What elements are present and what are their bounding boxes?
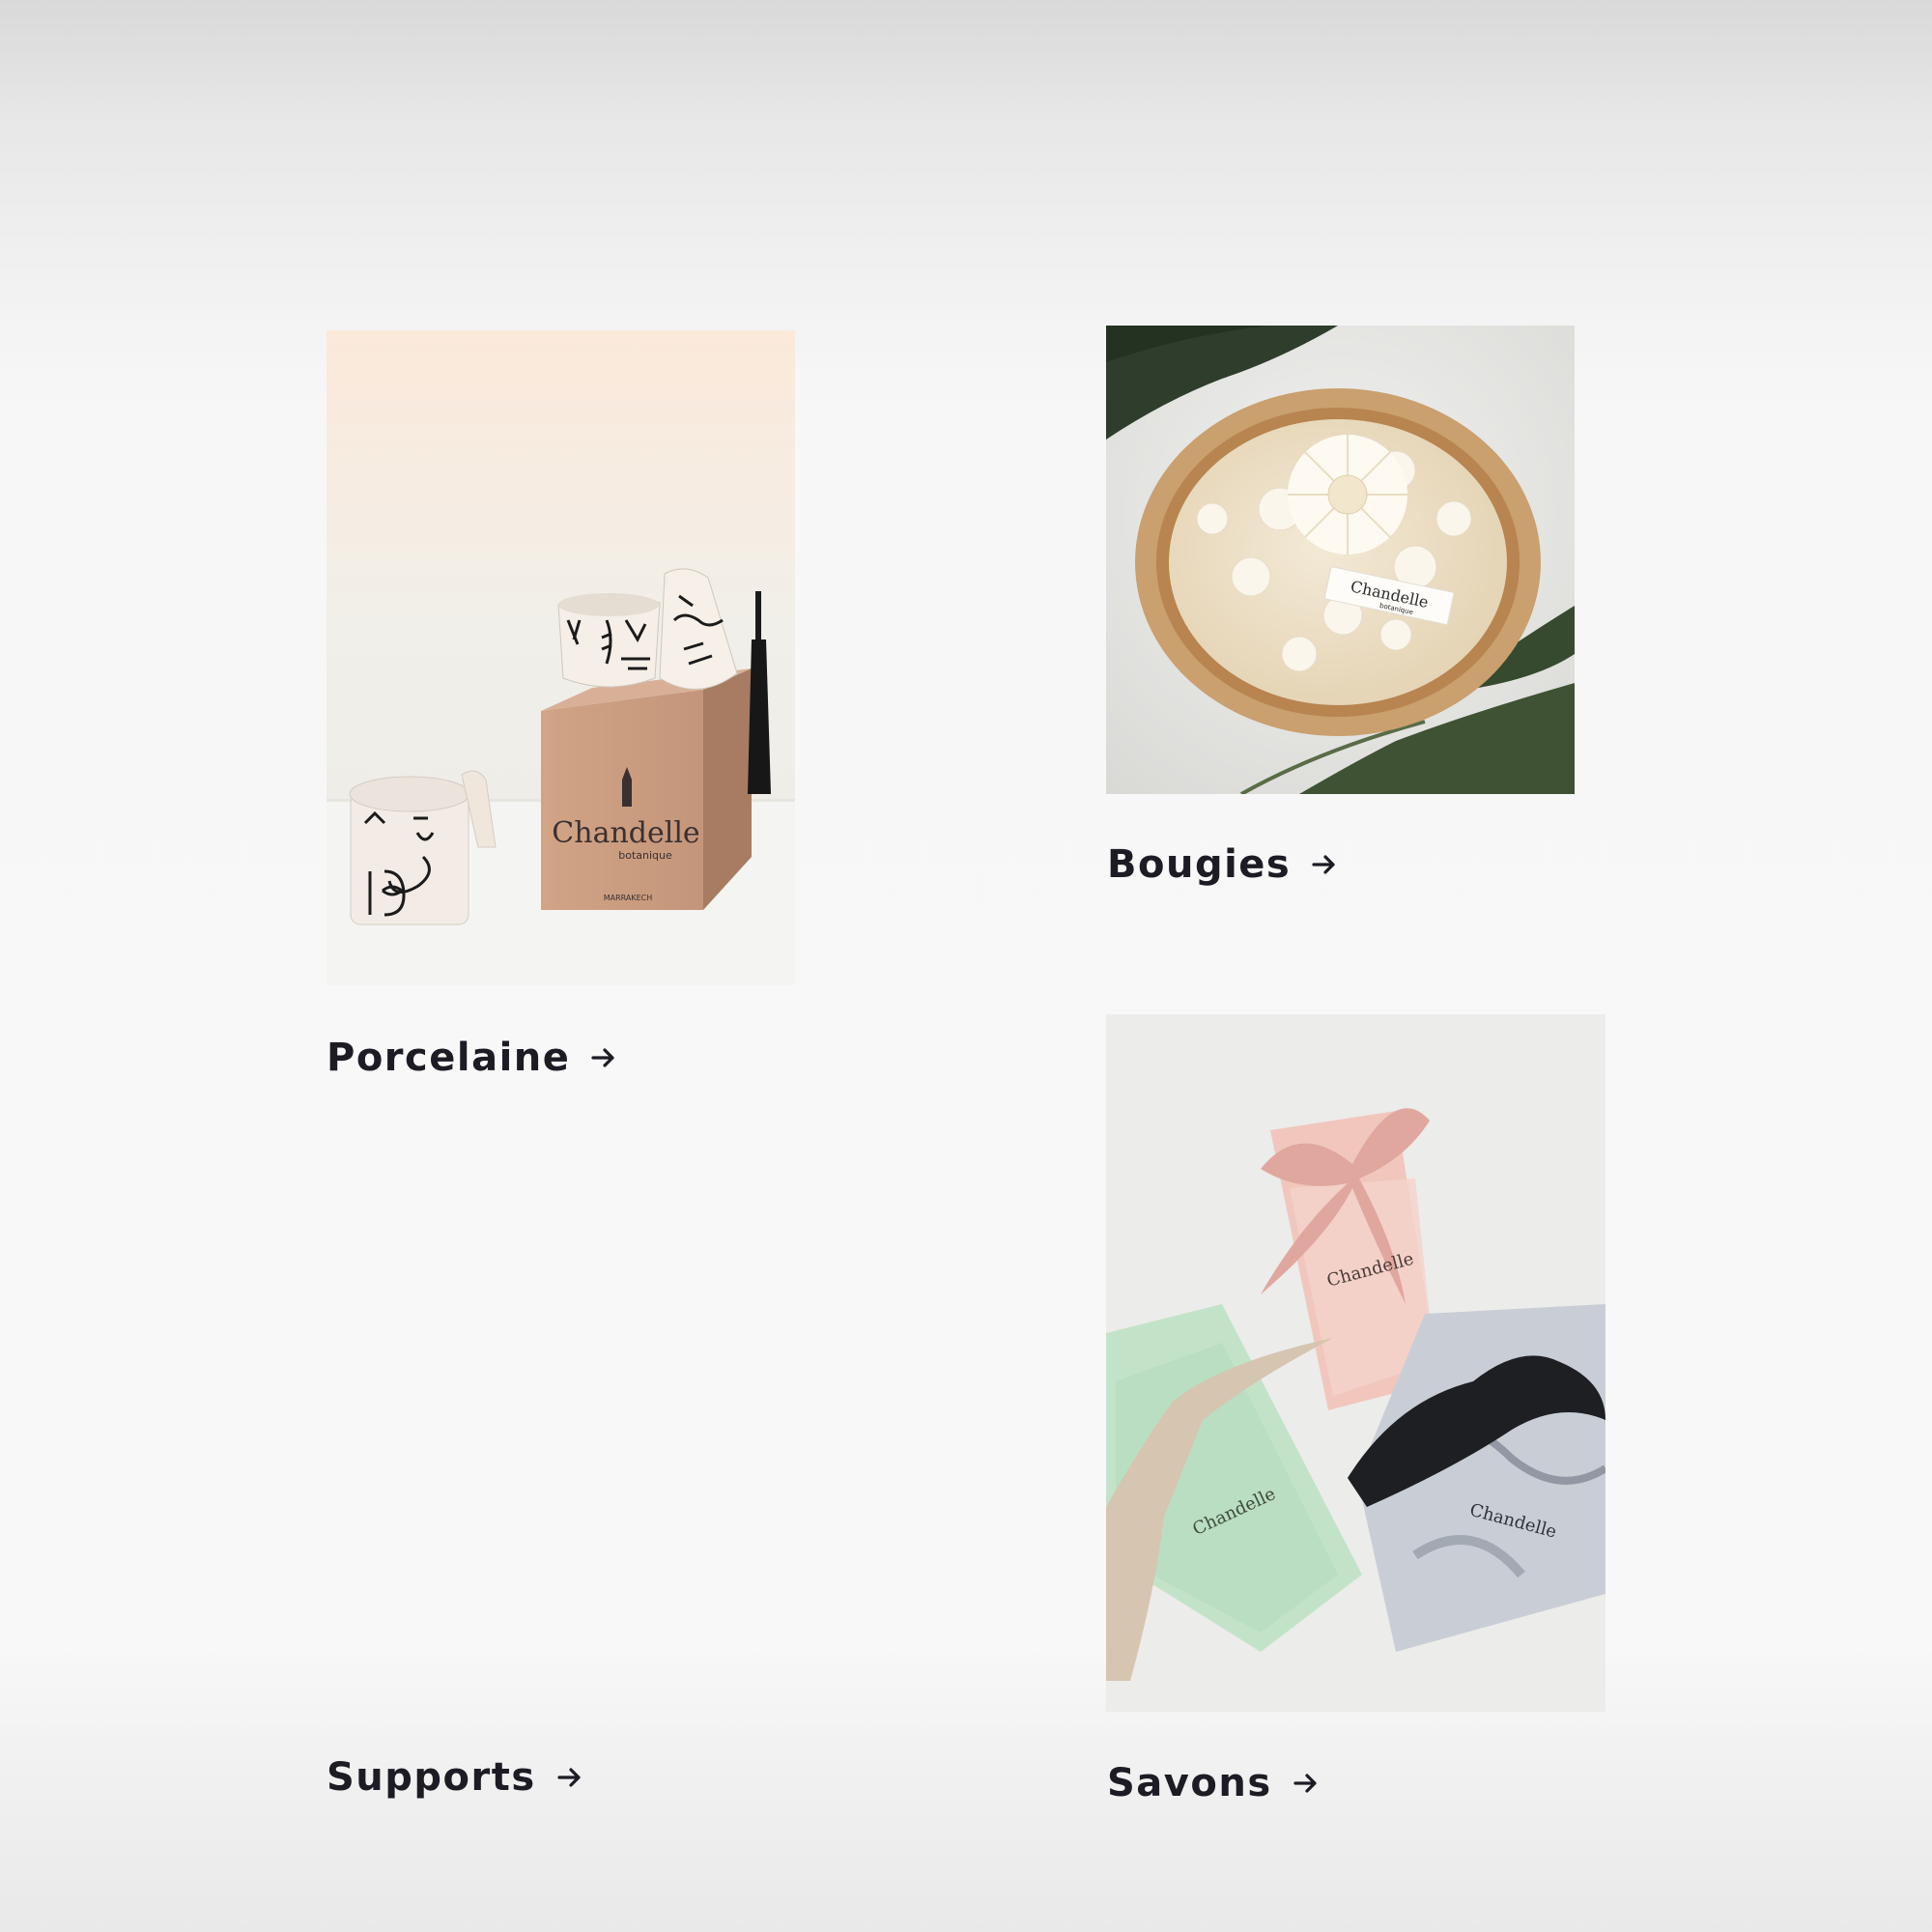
daisy [1288,435,1407,554]
arrow-right-icon [1310,850,1339,879]
category-label-savons: Savons [1107,1761,1272,1805]
category-label-bougies: Bougies [1107,842,1292,887]
box-city-text: MARRAKECH [604,894,653,902]
box-logo-subtext: botanique [618,849,672,862]
bougies-image[interactable]: Chandelle botanique [1106,326,1575,794]
arrow-right-icon [1292,1769,1321,1798]
category-link-porcelaine[interactable]: Porcelaine [327,1036,618,1080]
savons-image[interactable]: Chandelle Chandelle Chandelle [1106,1014,1605,1712]
category-label-porcelaine: Porcelaine [327,1036,571,1080]
arrow-right-icon [589,1043,618,1072]
category-link-bougies[interactable]: Bougies [1107,842,1339,887]
category-link-savons[interactable]: Savons [1107,1761,1321,1805]
porcelaine-image[interactable]: Chandelle botanique MARRAKECH [327,330,795,985]
category-link-supports[interactable]: Supports [327,1755,584,1800]
category-label-supports: Supports [327,1755,536,1800]
box-logo-text: Chandelle [552,816,699,850]
arrow-right-icon [555,1763,584,1792]
